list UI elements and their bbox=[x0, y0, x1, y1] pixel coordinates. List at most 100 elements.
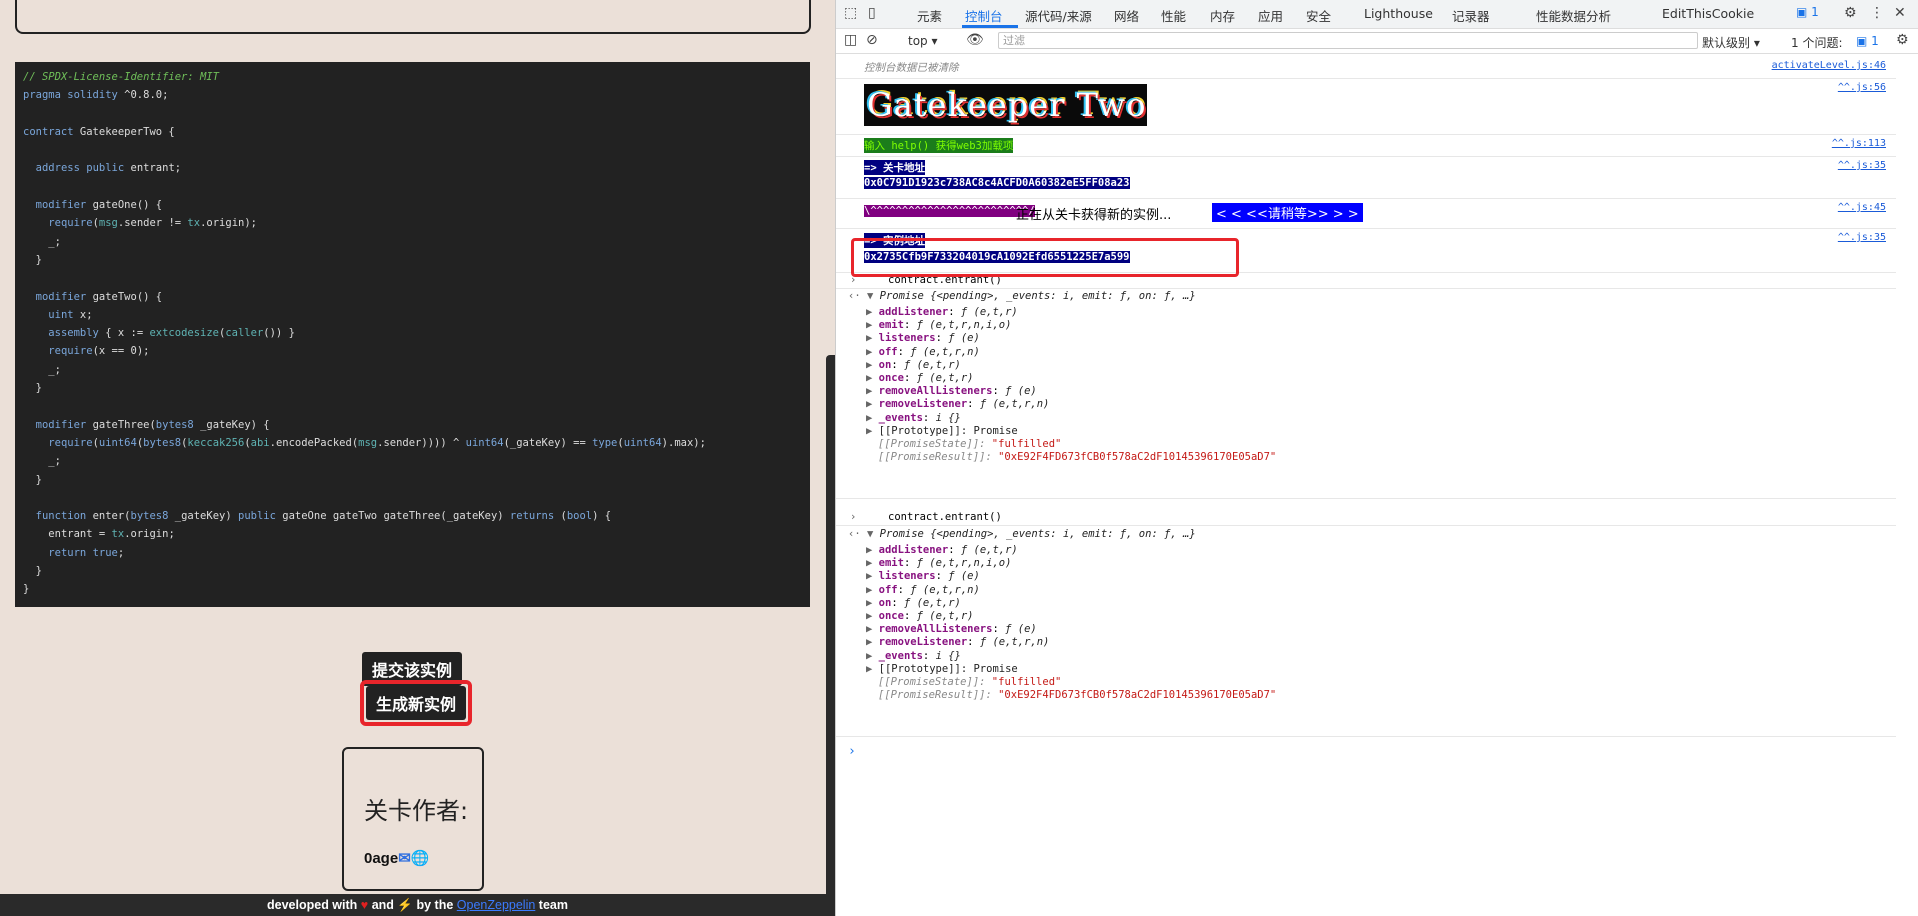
sidebar-toggle-icon[interactable]: ◫ bbox=[844, 32, 857, 48]
heart-icon: ♥ bbox=[360, 898, 369, 912]
source-link[interactable]: ^^.js:113 bbox=[1832, 138, 1886, 149]
tab-network[interactable]: 网络 bbox=[1114, 6, 1139, 25]
command-text: contract.entrant() bbox=[888, 511, 1002, 523]
promise-property[interactable]: ▶ listeners: ƒ (e) bbox=[866, 332, 980, 344]
loading-text: 正在从关卡获得新的实例... bbox=[1016, 208, 1172, 223]
promise-result: [[PromiseResult]]: "0xE92F4FD673fCB0f578… bbox=[878, 689, 1277, 702]
tab-editthiscookie[interactable]: EditThisCookie bbox=[1662, 6, 1754, 21]
description-box bbox=[15, 0, 811, 34]
console-message: => 关卡地址 0x0C791D1923c738AC8c4ACFD0A60382… bbox=[836, 156, 1896, 199]
loading-prefix: \^^^^^^^^^^^^^^^^^^^^^^^^^/ bbox=[864, 205, 1035, 217]
tab-performance[interactable]: 性能 bbox=[1161, 6, 1186, 25]
author-card: 关卡作者: 0age✉🌐 bbox=[342, 747, 484, 891]
code-line: require(msg.sender != tx.origin); bbox=[48, 217, 257, 230]
code-line: contract GatekeeperTwo { bbox=[23, 125, 175, 138]
inspect-icon[interactable]: ⬚ bbox=[844, 5, 857, 21]
source-link[interactable]: ^^.js:35 bbox=[1838, 232, 1886, 243]
promise-property[interactable]: ▶ _events: i {} bbox=[866, 650, 961, 662]
tab-memory[interactable]: 内存 bbox=[1210, 6, 1235, 25]
settings-icon[interactable]: ⚙ bbox=[1844, 5, 1857, 21]
promise-property[interactable]: ▶ addListener: ƒ (e,t,r) bbox=[866, 544, 1018, 556]
promise-property[interactable]: ▶ removeListener: ƒ (e,t,r,n) bbox=[866, 636, 1049, 648]
new-instance-button[interactable]: 生成新实例 bbox=[366, 686, 467, 720]
scrollbar[interactable] bbox=[826, 355, 835, 895]
help-text: 输入 help() 获得web3加载项 bbox=[864, 138, 1014, 153]
more-menu-icon[interactable]: ⋮ bbox=[1870, 5, 1884, 21]
promise-property[interactable]: ▶ off: ƒ (e,t,r,n) bbox=[866, 346, 980, 358]
context-value: top bbox=[908, 34, 928, 48]
issues-badge[interactable]: ▣ 1 bbox=[1856, 34, 1879, 48]
promise-state: [[PromiseState]]: "fulfilled" bbox=[878, 676, 1062, 688]
code-line: pragma solidity ^0.8.0; bbox=[23, 89, 169, 102]
footer-text-post: team bbox=[538, 898, 568, 912]
promise-property[interactable]: ▶ listeners: ƒ (e) bbox=[866, 570, 980, 582]
tab-application[interactable]: 应用 bbox=[1258, 6, 1283, 25]
promise-property[interactable]: ▶ addListener: ƒ (e,t,r) bbox=[866, 306, 1018, 318]
promise-property[interactable]: ▶ once: ƒ (e,t,r) bbox=[866, 610, 974, 622]
promise-property[interactable]: ▶ on: ƒ (e,t,r) bbox=[866, 597, 961, 609]
source-link[interactable]: ^^.js:56 bbox=[1838, 82, 1886, 93]
promise-header[interactable]: ‹· ▼ Promise {<pending>, _events: i, emi… bbox=[848, 528, 1196, 540]
clear-console-icon[interactable]: ⊘ bbox=[866, 32, 878, 48]
highlight-box bbox=[851, 238, 1239, 277]
promise-property[interactable]: ▶ emit: ƒ (e,t,r,n,i,o) bbox=[866, 557, 1011, 569]
levels-dropdown[interactable]: 默认级别 ▾ bbox=[1702, 34, 1760, 51]
context-select[interactable]: top ▾ bbox=[908, 34, 938, 48]
prototype-row[interactable]: ▶ [[Prototype]]: Promise bbox=[866, 425, 1018, 437]
gatekeeper-banner: Gatekeeper Two bbox=[864, 84, 1147, 126]
code-line: uint x; bbox=[48, 308, 93, 321]
code-line: modifier gateOne() { bbox=[35, 199, 163, 212]
console-settings-icon[interactable]: ⚙ bbox=[1896, 32, 1909, 48]
source-link[interactable]: ^^.js:45 bbox=[1838, 202, 1886, 213]
source-link[interactable]: activateLevel.js:46 bbox=[1772, 60, 1886, 71]
message-badge[interactable]: ▣ 1 bbox=[1796, 5, 1819, 19]
code-line: require(x == 0); bbox=[48, 345, 150, 358]
promise-property[interactable]: ▶ emit: ƒ (e,t,r,n,i,o) bbox=[866, 319, 1011, 331]
mail-icon[interactable]: ✉ bbox=[398, 850, 411, 867]
promise-property[interactable]: ▶ removeListener: ƒ (e,t,r,n) bbox=[866, 398, 1049, 410]
eye-icon[interactable]: 👁 bbox=[966, 32, 984, 48]
tab-security[interactable]: 安全 bbox=[1306, 6, 1331, 25]
filter-input[interactable]: 过滤 bbox=[998, 32, 1698, 49]
console-prompt-icon[interactable]: › bbox=[848, 744, 856, 759]
issues-label[interactable]: 1 个问题: bbox=[1791, 34, 1843, 51]
source-link[interactable]: ^^.js:35 bbox=[1838, 160, 1886, 171]
promise-property[interactable]: ▶ on: ƒ (e,t,r) bbox=[866, 359, 961, 371]
code-line: } bbox=[23, 382, 42, 395]
tab-elements[interactable]: 元素 bbox=[917, 6, 942, 25]
promise-result-block[interactable]: ‹· ▼ Promise {<pending>, _events: i, emi… bbox=[836, 526, 1896, 737]
promise-result-block[interactable]: ‹· ▼ Promise {<pending>, _events: i, emi… bbox=[836, 288, 1896, 499]
prototype-row[interactable]: ▶ [[Prototype]]: Promise bbox=[866, 663, 1018, 675]
level-address: 0x0C791D1923c738AC8c4ACFD0A60382eE5FF08a… bbox=[864, 177, 1130, 189]
code-line: } bbox=[23, 473, 42, 486]
globe-icon[interactable]: 🌐 bbox=[411, 850, 430, 867]
levels-label: 默认级别 bbox=[1702, 36, 1751, 50]
code-line: } bbox=[23, 565, 42, 578]
promise-property[interactable]: ▶ removeAllListeners: ƒ (e) bbox=[866, 385, 1037, 397]
bolt-icon: ⚡ bbox=[397, 898, 413, 912]
tab-recorder[interactable]: 记录器 bbox=[1452, 6, 1490, 25]
promise-property[interactable]: ▶ removeAllListeners: ƒ (e) bbox=[866, 623, 1037, 635]
code-line: return true; bbox=[48, 546, 125, 559]
code-line: _; bbox=[48, 235, 61, 248]
promise-property[interactable]: ▶ _events: i {} bbox=[866, 412, 961, 424]
code-line: modifier gateThree(bytes8 _gateKey) { bbox=[35, 418, 270, 431]
openzeppelin-link[interactable]: OpenZeppelin bbox=[457, 898, 536, 912]
tab-console[interactable]: 控制台 bbox=[965, 6, 1003, 25]
device-toolbar-icon[interactable]: ▯ bbox=[868, 5, 876, 21]
promise-property[interactable]: ▶ once: ƒ (e,t,r) bbox=[866, 372, 974, 384]
contract-source-code: // SPDX-License-Identifier: MIT pragma so… bbox=[15, 62, 810, 607]
promise-header[interactable]: ‹· ▼ Promise {<pending>, _events: i, emi… bbox=[848, 290, 1196, 302]
message-count: 1 bbox=[1811, 5, 1819, 19]
tab-performance-insights[interactable]: 性能数据分析 bbox=[1536, 6, 1611, 25]
highlight-box: 生成新实例 bbox=[360, 680, 473, 726]
console-message: 输入 help() 获得web3加载项 ^^.js:113 bbox=[836, 134, 1896, 157]
tab-sources[interactable]: 源代码/来源 bbox=[1025, 6, 1092, 25]
tab-lighthouse[interactable]: Lighthouse bbox=[1364, 6, 1433, 21]
close-icon[interactable]: ✕ bbox=[1894, 5, 1906, 21]
footer-text-by: by the bbox=[416, 898, 454, 912]
promise-property[interactable]: ▶ off: ƒ (e,t,r,n) bbox=[866, 584, 980, 596]
